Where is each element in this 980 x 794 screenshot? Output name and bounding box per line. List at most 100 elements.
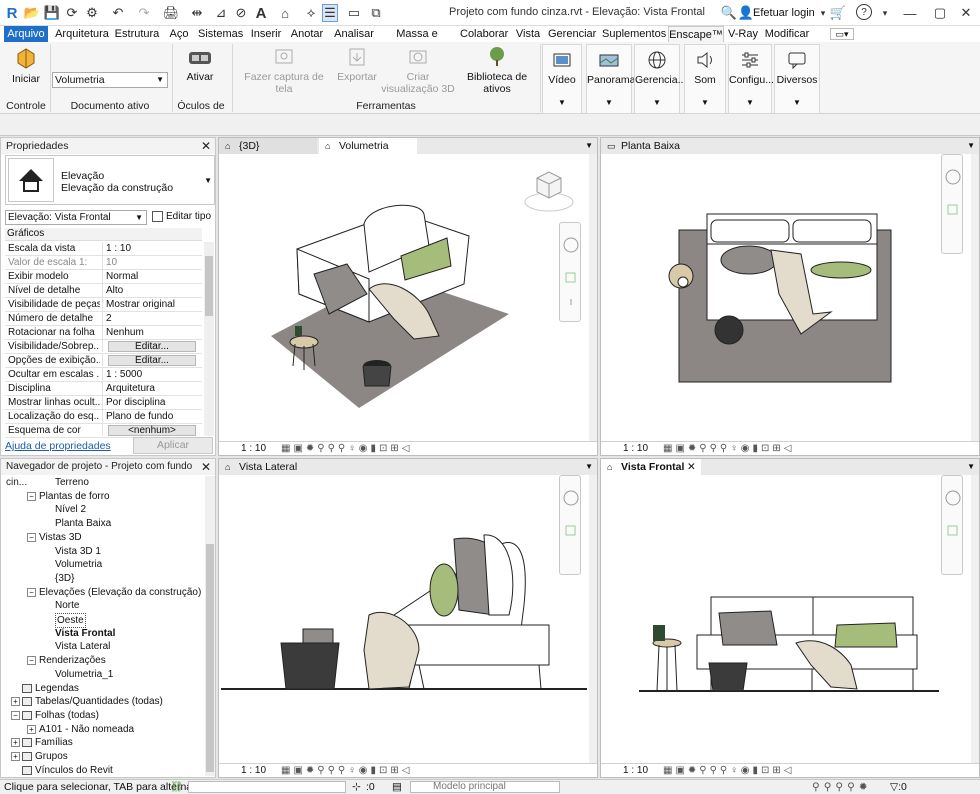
tab-menu-icon[interactable]: ▼ xyxy=(585,138,593,154)
view-scrollbar[interactable] xyxy=(589,154,597,442)
tab-arquitetura[interactable]: Arquitetura xyxy=(54,26,110,42)
property-value[interactable]: Por disciplina xyxy=(102,396,202,410)
view-scale[interactable]: 1 : 10 xyxy=(623,442,648,455)
collapse-icon[interactable]: − xyxy=(27,491,36,501)
property-value[interactable]: Arquitetura xyxy=(102,382,202,396)
view-scrollbar[interactable] xyxy=(589,475,597,763)
redo-icon[interactable]: ↷ xyxy=(134,4,154,22)
property-row[interactable]: Mostrar linhas ocult... Por disciplina xyxy=(5,396,202,410)
worksharing-icon[interactable]: ⛓ xyxy=(170,780,183,794)
property-row[interactable]: Esquema de cor <nenhum> xyxy=(5,424,202,438)
tab-anotar[interactable]: Anotar xyxy=(288,26,326,42)
measure-icon[interactable]: ⇹ xyxy=(188,4,206,22)
view-scrollbar[interactable] xyxy=(971,475,979,763)
property-value[interactable]: Editar... xyxy=(102,340,202,352)
filter-icon[interactable]: ▽:0 xyxy=(890,780,907,794)
tab-planta[interactable]: ▭ Planta Baixa xyxy=(601,138,711,154)
color-scheme-button[interactable]: <nenhum> xyxy=(108,425,196,436)
tree-item[interactable]: Renderizações xyxy=(39,654,106,667)
ativar-button[interactable]: Ativar xyxy=(178,46,222,83)
tree-item[interactable]: Terreno xyxy=(55,476,89,489)
apply-button[interactable]: Aplicar xyxy=(133,437,213,454)
video-button[interactable]: Vídeo ▼ xyxy=(542,44,582,114)
expand-icon[interactable]: + xyxy=(11,697,20,707)
tab-menu-icon[interactable]: ▼ xyxy=(967,138,975,154)
sync-icon[interactable]: ⟳ xyxy=(64,4,80,22)
tree-item[interactable]: Volumetria xyxy=(55,558,102,571)
property-row[interactable]: Opções de exibição... Editar... xyxy=(5,354,202,368)
view-controls-icon[interactable]: ▦▣✹⚲⚲⚲♀◉▮⊡⊞◁ xyxy=(663,442,794,455)
property-row[interactable]: Número de detalhe 2 xyxy=(5,312,202,326)
tree-item[interactable]: Vistas 3D xyxy=(39,531,82,544)
exportar-button[interactable]: Exportar xyxy=(336,46,378,83)
tab-analisar[interactable]: Analisar xyxy=(332,26,376,42)
property-value[interactable]: 10 xyxy=(102,256,202,270)
tab-inserir[interactable]: Inserir xyxy=(248,26,284,42)
collapse-icon[interactable]: − xyxy=(27,656,36,666)
view-scale[interactable]: 1 : 10 xyxy=(241,764,266,777)
view-planta-baixa[interactable]: ▭ Planta Baixa ▼ 1 : 10 ▦▣✹⚲⚲⚲♀◉▮⊡⊞◁ xyxy=(600,137,980,456)
diversos-button[interactable]: Diversos ▼ xyxy=(774,44,820,114)
type-selector[interactable]: Elevação Elevação da construção ▼ xyxy=(5,155,215,205)
tree-item[interactable]: Vínculos do Revit xyxy=(35,764,113,777)
text-icon[interactable]: A xyxy=(254,4,268,22)
view-scale[interactable]: 1 : 10 xyxy=(241,442,266,455)
tab-estrutura[interactable]: Estrutura xyxy=(114,26,160,42)
tab-menu-icon[interactable]: ▼ xyxy=(585,459,593,475)
viewcube[interactable] xyxy=(523,160,575,214)
model-icon[interactable]: ▤ xyxy=(392,780,402,794)
help-dropdown-icon[interactable]: ▾ xyxy=(880,4,890,22)
properties-help-link[interactable]: Ajuda de propriedades xyxy=(5,440,111,452)
close-icon[interactable]: ✕ xyxy=(956,4,976,22)
property-value[interactable]: 1 : 10 xyxy=(102,242,202,256)
sync-options-icon[interactable]: ⚙ xyxy=(84,4,100,22)
thin-lines-icon[interactable]: ☰ xyxy=(322,4,338,22)
print-icon[interactable]: 🖨 xyxy=(162,4,180,22)
tab-3d[interactable]: ⌂ {3D} xyxy=(219,138,317,154)
user-icon[interactable]: 👤 xyxy=(738,4,754,22)
navigation-bar[interactable] xyxy=(941,154,963,254)
design-options-icon[interactable]: ⊹ xyxy=(352,780,361,794)
maximize-icon[interactable]: ▢ xyxy=(930,4,950,22)
close-icon[interactable]: ✕ xyxy=(687,459,696,475)
tab-vray[interactable]: V-Ray xyxy=(728,26,758,42)
tree-item[interactable]: Nível 2 xyxy=(55,503,86,516)
status-field[interactable] xyxy=(188,781,346,793)
selection-filters-icon[interactable]: ⚲⚲⚲⚲✹ xyxy=(812,780,872,794)
view-vista-frontal[interactable]: ⌂ Vista Frontal ✕ ▼ 1 : 10 ▦▣✹⚲⚲⚲♀◉▮⊡⊞◁ xyxy=(600,458,980,778)
view-vista-lateral[interactable]: ⌂ Vista Lateral ▼ 1 : 10 ▦▣✹⚲⚲⚲♀◉▮⊡⊞◁ xyxy=(218,458,598,778)
tab-volumetria[interactable]: ⌂ Volumetria xyxy=(319,138,417,154)
open-icon[interactable]: 📂 xyxy=(24,4,40,22)
chevron-down-icon[interactable]: ▾ xyxy=(818,4,828,22)
tree-item[interactable]: Legendas xyxy=(35,682,79,695)
property-row[interactable]: Visibilidade/Sobrep... Editar... xyxy=(5,340,202,354)
navigation-bar[interactable] xyxy=(941,475,963,575)
iniciar-button[interactable]: Iniciar xyxy=(6,46,46,85)
property-value[interactable]: Alto xyxy=(102,284,202,298)
section-icon[interactable]: ⟡ xyxy=(304,4,318,22)
scroll-thumb[interactable] xyxy=(205,256,213,316)
tree-item[interactable]: Elevações (Elevação da construção) xyxy=(39,586,201,599)
undo-icon[interactable]: ↶ xyxy=(108,4,128,22)
minimize-icon[interactable]: — xyxy=(900,4,920,22)
property-row[interactable]: Rotacionar na folha Nenhum xyxy=(5,326,202,340)
collapse-icon[interactable]: − xyxy=(27,587,36,597)
property-value[interactable]: <nenhum> xyxy=(102,424,202,436)
ribbon-minimize-icon[interactable]: ▭▾ xyxy=(830,28,854,40)
expand-icon[interactable]: + xyxy=(11,752,20,761)
cart-icon[interactable]: 🛒 xyxy=(830,4,846,22)
tree-item[interactable]: {3D} xyxy=(55,572,74,585)
model-select[interactable]: Modelo principal xyxy=(410,781,560,793)
search-icon[interactable]: 🔍 xyxy=(721,4,737,22)
view-controls-icon[interactable]: ▦▣✹⚲⚲⚲♀◉▮⊡⊞◁ xyxy=(281,442,412,455)
tab-arquivo[interactable]: Arquivo xyxy=(4,26,48,42)
collapse-icon[interactable]: − xyxy=(11,710,20,720)
dimension-icon[interactable]: ⊿ xyxy=(214,4,228,22)
instance-selector[interactable]: Elevação: Vista Frontal ▼ xyxy=(5,210,147,225)
panorama-button[interactable]: Panorama ▼ xyxy=(586,44,635,114)
property-value[interactable]: Nenhum xyxy=(102,326,202,340)
edit-button[interactable]: Editar... xyxy=(108,355,196,366)
property-row[interactable]: Exibir modelo Normal xyxy=(5,270,202,284)
close-icon[interactable]: ✕ xyxy=(201,459,211,475)
tab-aco[interactable]: Aço xyxy=(166,26,192,42)
